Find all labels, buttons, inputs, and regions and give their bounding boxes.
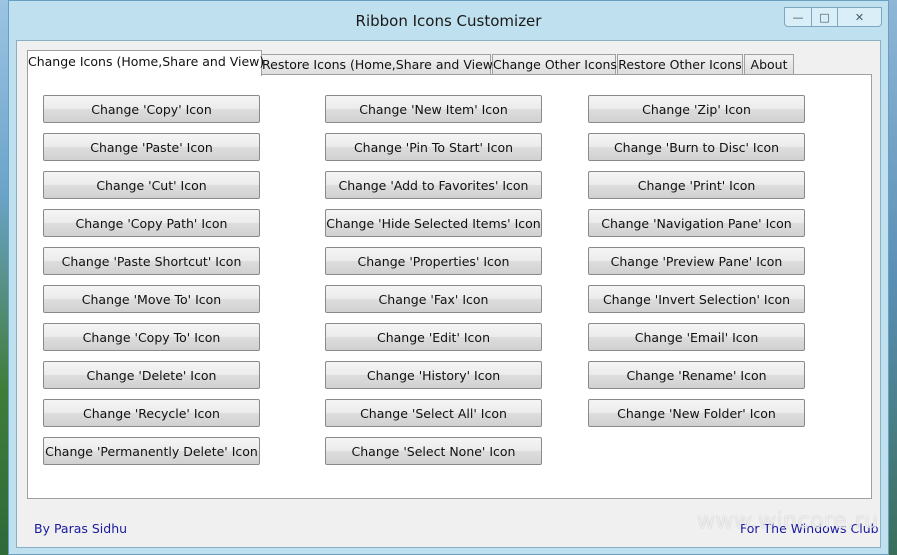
- change-fax-icon-button[interactable]: Change 'Fax' Icon: [325, 285, 542, 313]
- change-rename-icon-button[interactable]: Change 'Rename' Icon: [588, 361, 805, 389]
- change-history-icon-button[interactable]: Change 'History' Icon: [325, 361, 542, 389]
- change-cut-icon-button[interactable]: Change 'Cut' Icon: [43, 171, 260, 199]
- change-new-item-icon-button[interactable]: Change 'New Item' Icon: [325, 95, 542, 123]
- desktop-background-right: [889, 0, 897, 555]
- tab-about[interactable]: About: [744, 54, 794, 75]
- maximize-icon: □: [819, 10, 830, 24]
- change-zip-icon-button[interactable]: Change 'Zip' Icon: [588, 95, 805, 123]
- tab-change-icons-home-share-view[interactable]: Change Icons (Home,Share and View): [27, 50, 264, 76]
- change-paste-shortcut-icon-button[interactable]: Change 'Paste Shortcut' Icon: [43, 247, 260, 275]
- tab-restore-other-icons[interactable]: Restore Other Icons: [617, 54, 743, 75]
- author-credit: By Paras Sidhu: [34, 521, 128, 536]
- change-paste-icon-button[interactable]: Change 'Paste' Icon: [43, 133, 260, 161]
- minimize-icon: —: [792, 10, 804, 24]
- change-permanently-delete-icon-button[interactable]: Change 'Permanently Delete' Icon: [43, 437, 260, 465]
- change-invert-selection-icon-button[interactable]: Change 'Invert Selection' Icon: [588, 285, 805, 313]
- site-watermark: www.wincore.ru: [697, 509, 879, 534]
- app-window: Ribbon Icons Customizer — □ ✕ Change Ico…: [8, 0, 889, 555]
- change-delete-icon-button[interactable]: Change 'Delete' Icon: [43, 361, 260, 389]
- title-bar[interactable]: Ribbon Icons Customizer — □ ✕: [9, 1, 888, 41]
- change-move-to-icon-button[interactable]: Change 'Move To' Icon: [43, 285, 260, 313]
- minimize-button[interactable]: —: [784, 7, 812, 27]
- change-edit-icon-button[interactable]: Change 'Edit' Icon: [325, 323, 542, 351]
- change-add-to-favorites-icon-button[interactable]: Change 'Add to Favorites' Icon: [325, 171, 542, 199]
- change-hide-selected-items-icon-button[interactable]: Change 'Hide Selected Items' Icon: [325, 209, 542, 237]
- close-button[interactable]: ✕: [838, 7, 882, 27]
- change-select-all-icon-button[interactable]: Change 'Select All' Icon: [325, 399, 542, 427]
- window-controls: — □ ✕: [784, 7, 882, 27]
- tab-panel-change-icons: Change 'Copy' Icon Change 'Paste' Icon C…: [27, 74, 872, 499]
- change-properties-icon-button[interactable]: Change 'Properties' Icon: [325, 247, 542, 275]
- maximize-button[interactable]: □: [812, 7, 838, 27]
- change-preview-pane-icon-button[interactable]: Change 'Preview Pane' Icon: [588, 247, 805, 275]
- change-email-icon-button[interactable]: Change 'Email' Icon: [588, 323, 805, 351]
- change-recycle-icon-button[interactable]: Change 'Recycle' Icon: [43, 399, 260, 427]
- change-select-none-icon-button[interactable]: Change 'Select None' Icon: [325, 437, 542, 465]
- change-burn-to-disc-icon-button[interactable]: Change 'Burn to Disc' Icon: [588, 133, 805, 161]
- tab-change-other-icons[interactable]: Change Other Icons: [492, 54, 617, 75]
- client-area: Change Icons (Home,Share and View) Resto…: [16, 40, 881, 548]
- change-print-icon-button[interactable]: Change 'Print' Icon: [588, 171, 805, 199]
- change-copy-path-icon-button[interactable]: Change 'Copy Path' Icon: [43, 209, 260, 237]
- change-copy-icon-button[interactable]: Change 'Copy' Icon: [43, 95, 260, 123]
- change-navigation-pane-icon-button[interactable]: Change 'Navigation Pane' Icon: [588, 209, 805, 237]
- change-new-folder-icon-button[interactable]: Change 'New Folder' Icon: [588, 399, 805, 427]
- change-copy-to-icon-button[interactable]: Change 'Copy To' Icon: [43, 323, 260, 351]
- window-title: Ribbon Icons Customizer: [355, 12, 542, 30]
- close-icon: ✕: [854, 10, 865, 24]
- tab-restore-icons-home-share-view[interactable]: Restore Icons (Home,Share and View): [261, 54, 498, 75]
- change-pin-to-start-icon-button[interactable]: Change 'Pin To Start' Icon: [325, 133, 542, 161]
